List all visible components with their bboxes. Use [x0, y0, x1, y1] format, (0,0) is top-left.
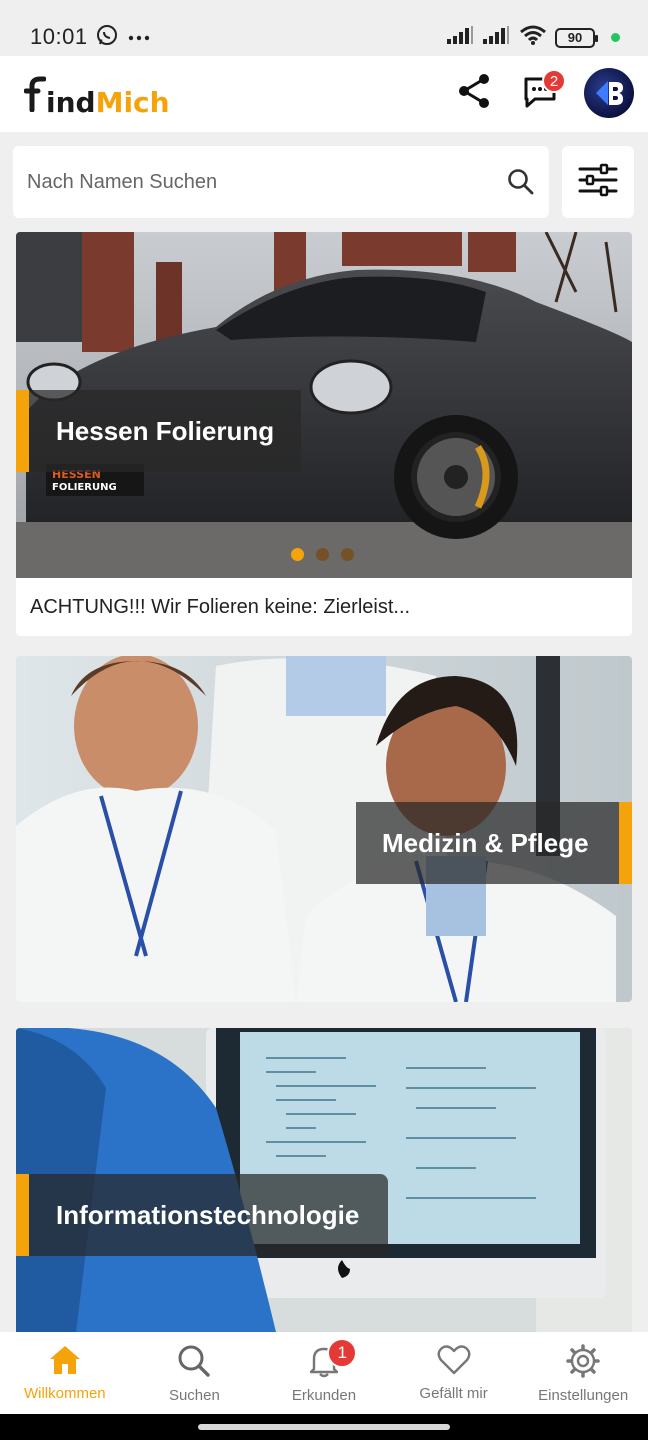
nav-item-willkommen[interactable]: Willkommen — [0, 1332, 130, 1414]
messages-button[interactable]: 2 — [518, 69, 566, 115]
user-avatar[interactable] — [584, 68, 634, 118]
nav-item-erkunden[interactable]: 1 Erkunden — [259, 1332, 389, 1414]
logo-f-icon — [23, 76, 47, 113]
more-dots-icon — [128, 29, 150, 47]
bottom-navigation: Willkommen Suchen 1 Erkunden Gefällt mir… — [0, 1332, 648, 1414]
nav-item-suchen[interactable]: Suchen — [130, 1332, 260, 1414]
status-right-icons: 90 — [447, 24, 620, 51]
home-icon — [49, 1344, 81, 1381]
carousel-dot[interactable] — [316, 548, 329, 561]
status-time: 10:01 — [30, 24, 88, 49]
heart-icon — [437, 1344, 471, 1381]
search-input[interactable] — [13, 146, 493, 218]
signal-icon-1 — [447, 26, 475, 49]
category-card-hessen-folierung[interactable]: HESSEN FOLIERUNG Hessen Folierung ACHTUN… — [16, 232, 632, 636]
gear-icon — [566, 1344, 600, 1383]
whatsapp-icon — [96, 24, 118, 51]
svg-text:FOLIERUNG: FOLIERUNG — [52, 482, 117, 493]
status-left-icons — [96, 24, 150, 51]
nav-label: Willkommen — [23, 1385, 106, 1402]
nav-label: Suchen — [168, 1387, 220, 1404]
card-title: Medizin & Pflege — [382, 827, 589, 858]
app-header: ind Mich 2 — [0, 56, 648, 132]
search-icon[interactable] — [507, 168, 535, 201]
label-accent-bar — [619, 802, 632, 884]
battery-indicator: 90 — [555, 27, 598, 48]
label-accent-bar — [16, 1174, 29, 1256]
system-gesture-bar — [0, 1414, 648, 1440]
card-title-band: Medizin & Pflege — [356, 802, 619, 884]
logo-text-accent: Mich — [95, 86, 170, 119]
wifi-icon — [519, 24, 547, 51]
card-title: Informationstechnologie — [56, 1199, 360, 1230]
header-actions: 2 — [452, 68, 634, 118]
category-card-medizin-pflege[interactable]: Medizin & Pflege — [16, 656, 632, 1002]
carousel-dots[interactable] — [291, 548, 354, 561]
nav-label: Erkunden — [291, 1387, 357, 1404]
category-card-informationstechnologie[interactable]: Informationstechnologie — [16, 1028, 632, 1332]
privacy-indicator-dot — [611, 33, 620, 42]
label-accent-bar — [16, 390, 29, 472]
filter-sliders-icon — [578, 163, 618, 202]
nav-item-gefaellt-mir[interactable]: Gefällt mir — [389, 1332, 519, 1414]
card-title-band: Hessen Folierung — [29, 390, 301, 472]
nav-label: Einstellungen — [538, 1387, 629, 1404]
card-title: Hessen Folierung — [56, 415, 275, 446]
share-button[interactable] — [452, 71, 496, 115]
card-title-band: Informationstechnologie — [29, 1174, 388, 1256]
app-logo[interactable]: ind Mich — [23, 76, 170, 119]
logo-text-primary: ind — [46, 86, 96, 119]
search-icon — [177, 1344, 211, 1383]
share-icon — [457, 73, 491, 114]
carousel-dot[interactable] — [341, 548, 354, 561]
signal-icon-2 — [483, 26, 511, 49]
search-box — [13, 146, 549, 218]
home-gesture-pill[interactable] — [198, 1424, 450, 1430]
nav-item-einstellungen[interactable]: Einstellungen — [518, 1332, 648, 1414]
nav-label: Gefällt mir — [419, 1385, 488, 1402]
carousel-dot[interactable] — [291, 548, 304, 561]
nav-notification-badge: 1 — [327, 1338, 358, 1368]
card-description: ACHTUNG!!! Wir Folieren keine: Zierleist… — [30, 596, 411, 618]
notification-badge: 2 — [542, 69, 566, 93]
status-bar: 10:01 90 — [0, 0, 648, 56]
filter-button[interactable] — [562, 146, 634, 218]
